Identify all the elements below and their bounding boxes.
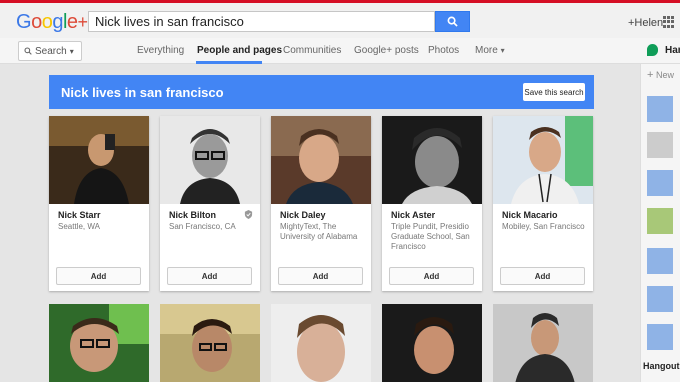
contact-avatar[interactable] [647,96,673,122]
search-icon [24,47,32,55]
person-card[interactable]: Nick Aster Triple Pundit, Presidio Gradu… [382,116,482,291]
add-button[interactable]: Add [56,267,141,285]
add-button[interactable]: Add [278,267,363,285]
add-button[interactable]: Add [389,267,474,285]
profile-photo[interactable] [271,116,371,204]
contact-avatar[interactable] [647,132,673,158]
profile-photo[interactable] [49,116,149,204]
tab-people-and-pages[interactable]: People and pages [197,45,282,56]
contact-avatar[interactable] [647,286,673,312]
tab-google-plus-posts[interactable]: Google+ posts [354,45,419,56]
tab-more-label: More [475,45,498,56]
tab-communities[interactable]: Communities [283,45,341,56]
new-hangout-label: New [655,70,674,80]
chevron-down-icon: ▾ [69,46,74,56]
person-card[interactable]: Nick Starr Seattle, WA Add [49,116,149,291]
tab-photos[interactable]: Photos [428,45,459,56]
banner-title: Nick lives in san francisco [61,85,224,100]
hangouts-sidebar: + New Hangout [640,64,680,382]
person-name[interactable]: Nick Aster [391,210,435,220]
apps-grid-icon[interactable] [663,16,675,28]
profile-photo[interactable] [493,304,593,382]
person-location: San Francisco, CA [169,222,236,231]
add-button[interactable]: Add [167,267,252,285]
user-name[interactable]: +Helen [628,17,663,29]
person-location: Triple Pundit, Presidio Graduate School,… [391,222,470,251]
search-dropdown[interactable]: Search ▾ [18,41,82,61]
person-card[interactable]: Nick Daley MightyText, The University of… [271,116,371,291]
search-dropdown-label: Search [35,45,67,57]
hangouts-footer-label[interactable]: Hangout [643,361,680,371]
header: Google+ Nick lives in san francisco +Hel… [0,3,680,38]
hangouts-icon[interactable] [647,44,658,56]
person-card[interactable] [160,304,260,382]
google-plus-logo[interactable]: Google+ [16,11,88,34]
person-card[interactable] [49,304,149,382]
person-name[interactable]: Nick Bilton [169,210,216,220]
tab-more[interactable]: More ▾ [475,45,505,56]
person-card[interactable] [493,304,593,382]
active-tab-indicator [196,61,262,64]
verified-shield-icon [244,210,253,219]
contact-avatar[interactable] [647,208,673,234]
person-location: Seattle, WA [58,222,100,231]
person-name[interactable]: Nick Starr [58,210,101,220]
nav-bar: Search ▾ Everything People and pages Com… [0,38,680,64]
profile-photo[interactable] [160,304,260,382]
new-hangout-button[interactable]: + New [647,69,674,81]
profile-photo[interactable] [49,304,149,382]
person-name[interactable]: Nick Macario [502,210,558,220]
contact-avatar[interactable] [647,170,673,196]
chevron-down-icon: ▾ [500,46,505,55]
profile-photo[interactable] [493,116,593,204]
search-icon [447,16,458,27]
plus-icon: + [647,69,654,81]
person-card[interactable] [271,304,371,382]
save-search-button[interactable]: Save this search [523,83,585,101]
profile-photo[interactable] [382,116,482,204]
contact-avatar[interactable] [647,324,673,350]
search-button[interactable] [435,11,470,32]
person-location: MightyText, The University of Alabama [280,222,358,241]
tab-everything[interactable]: Everything [137,45,184,56]
person-location: Mobiley, San Francisco [502,222,585,231]
contact-avatar[interactable] [647,248,673,274]
person-card[interactable]: Nick Bilton San Francisco, CA Add [160,116,260,291]
person-card[interactable] [382,304,482,382]
add-button[interactable]: Add [500,267,585,285]
profile-photo[interactable] [382,304,482,382]
person-card[interactable]: Nick Macario Mobiley, San Francisco Add [493,116,593,291]
search-input[interactable]: Nick lives in san francisco [88,11,435,32]
person-name[interactable]: Nick Daley [280,210,326,220]
profile-photo[interactable] [271,304,371,382]
hangouts-label[interactable]: Hango [665,45,680,56]
profile-photo[interactable] [160,116,260,204]
search-banner: Nick lives in san francisco Save this se… [49,75,594,109]
